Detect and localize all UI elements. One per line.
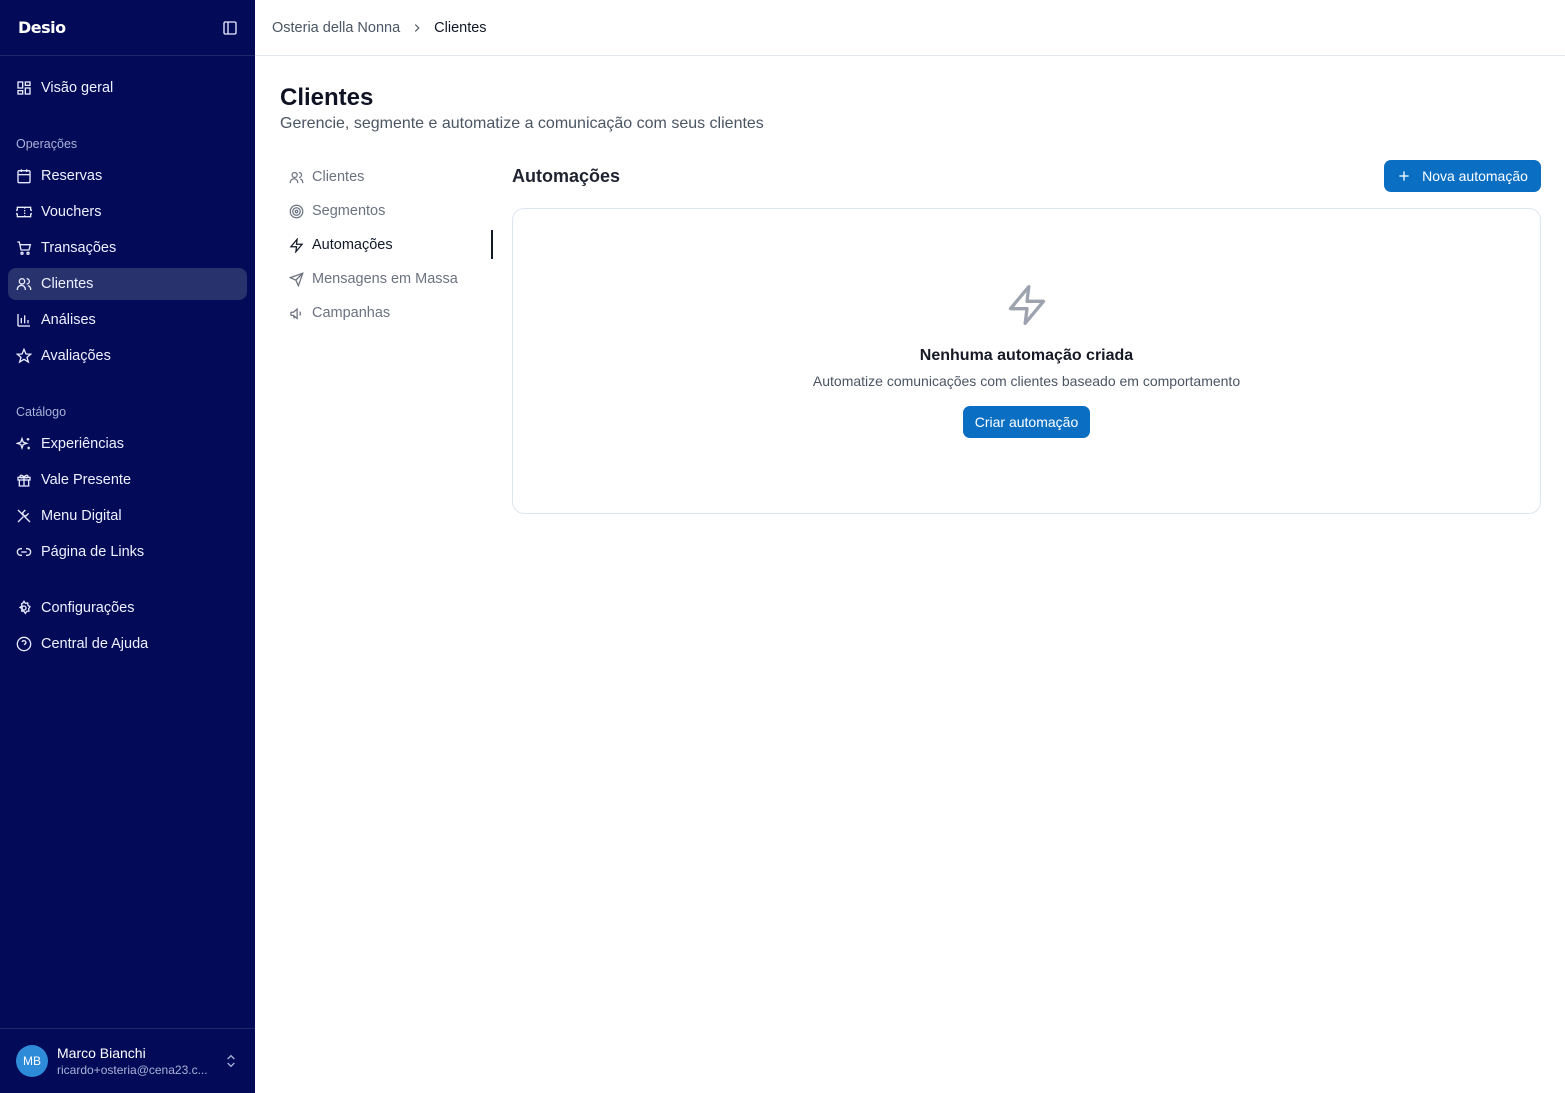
sidebar-item-label: Experiências bbox=[41, 436, 125, 452]
breadcrumb-current: Clientes bbox=[434, 19, 487, 36]
sidebar-item-central-de-ajuda[interactable]: Central de Ajuda bbox=[8, 628, 247, 660]
sidebar-item-visao-geral[interactable]: Visão geral bbox=[8, 72, 247, 104]
sidebar-item-label: Menu Digital bbox=[41, 508, 122, 524]
sidebar-section-operacoes: Operações bbox=[16, 137, 78, 151]
subnav-label: Mensagens em Massa bbox=[312, 271, 458, 287]
sidebar-item-label: Análises bbox=[41, 312, 96, 328]
new-automation-button[interactable]: Nova automação bbox=[1384, 160, 1541, 192]
subnav-segmentos[interactable]: Segmentos bbox=[280, 194, 493, 228]
sidebar-section-catalogo: Catálogo bbox=[16, 405, 67, 419]
brand-logo[interactable]: Desio bbox=[18, 18, 66, 37]
sidebar-item-label: Transações bbox=[41, 240, 117, 256]
sidebar-item-label: Vouchers bbox=[41, 204, 102, 220]
breadcrumb-parent[interactable]: Osteria della Nonna bbox=[272, 20, 400, 36]
subnav-clientes[interactable]: Clientes bbox=[280, 160, 493, 194]
sidebar-item-vale-presente[interactable]: Vale Presente bbox=[8, 464, 247, 496]
breadcrumb: Osteria della Nonna Clientes bbox=[255, 0, 1565, 56]
star-icon bbox=[16, 348, 32, 364]
new-automation-label: Nova automação bbox=[1422, 168, 1528, 184]
page-subtitle: Gerencie, segmente e automatize a comuni… bbox=[280, 115, 764, 132]
gift-icon bbox=[17, 474, 31, 487]
target-icon bbox=[289, 204, 304, 218]
sidebar-item-label: Visão geral bbox=[41, 80, 114, 96]
sidebar-item-label: Página de Links bbox=[41, 544, 145, 560]
sidebar-item-pagina-de-links[interactable]: Página de Links bbox=[8, 536, 247, 568]
user-email: ricardo+osteria@cena23.c... bbox=[57, 1062, 208, 1077]
dashboard-icon bbox=[17, 81, 31, 95]
empty-state-card: Nenhuma automação criada Automatize comu… bbox=[512, 208, 1541, 514]
subnav-campanhas[interactable]: Campanhas bbox=[280, 296, 493, 330]
avatar: MB bbox=[16, 1045, 48, 1077]
gear-icon bbox=[18, 600, 31, 615]
sidebar-toggle-icon[interactable] bbox=[219, 17, 241, 39]
sidebar: Desio Visão geral Operações Reservas Vou… bbox=[0, 0, 255, 1093]
user-info: Marco Bianchi ricardo+osteria@cena23.c..… bbox=[57, 1045, 214, 1078]
utensils-icon bbox=[17, 509, 31, 523]
clientes-subnav: Clientes Segmentos Automações Mensagens … bbox=[280, 160, 493, 330]
main-content: Osteria della Nonna Clientes Clientes Ge… bbox=[255, 0, 1565, 1093]
sidebar-item-label: Central de Ajuda bbox=[41, 636, 149, 652]
subnav-automacoes[interactable]: Automações bbox=[280, 228, 493, 262]
user-menu[interactable]: MB Marco Bianchi ricardo+osteria@cena23.… bbox=[0, 1028, 255, 1093]
sidebar-item-experiencias[interactable]: Experiências bbox=[8, 428, 247, 460]
sidebar-header: Desio bbox=[0, 0, 255, 56]
sidebar-nav: Visão geral Operações Reservas Vouchers … bbox=[0, 56, 255, 1028]
sidebar-item-label: Vale Presente bbox=[41, 472, 132, 488]
megaphone-icon bbox=[290, 307, 302, 320]
sidebar-item-clientes[interactable]: Clientes bbox=[8, 268, 247, 300]
sidebar-item-label: Avaliações bbox=[41, 348, 111, 364]
sidebar-item-label: Clientes bbox=[41, 276, 94, 292]
empty-state-description: Automatize comunicações com clientes bas… bbox=[812, 373, 1241, 389]
subnav-label: Segmentos bbox=[312, 203, 386, 219]
subnav-label: Automações bbox=[312, 237, 393, 253]
calendar-icon bbox=[17, 169, 31, 184]
plus-icon bbox=[1399, 171, 1409, 181]
user-name: Marco Bianchi bbox=[57, 1044, 146, 1061]
send-icon bbox=[289, 271, 304, 287]
sparkles-icon bbox=[16, 436, 30, 451]
sidebar-item-reservas[interactable]: Reservas bbox=[8, 160, 247, 192]
sidebar-item-label: Reservas bbox=[41, 168, 103, 184]
users-icon bbox=[289, 171, 304, 183]
sidebar-item-transacoes[interactable]: Transações bbox=[8, 232, 247, 264]
ticket-icon bbox=[16, 206, 32, 218]
subnav-label: Clientes bbox=[312, 169, 365, 185]
sidebar-item-analises[interactable]: Análises bbox=[8, 304, 247, 336]
zap-icon bbox=[1008, 285, 1045, 325]
zap-icon bbox=[289, 237, 304, 253]
page-title: Clientes bbox=[280, 84, 374, 111]
create-automation-button[interactable]: Criar automação bbox=[962, 406, 1091, 438]
help-circle-icon bbox=[16, 636, 32, 652]
subnav-label: Campanhas bbox=[312, 305, 391, 321]
empty-state-title: Nenhuma automação criada bbox=[919, 347, 1134, 364]
sidebar-item-vouchers[interactable]: Vouchers bbox=[8, 196, 247, 228]
chevrons-up-down-icon[interactable] bbox=[223, 1053, 239, 1069]
sidebar-item-avaliacoes[interactable]: Avaliações bbox=[8, 340, 247, 372]
users-icon bbox=[16, 278, 32, 290]
subnav-mensagens-em-massa[interactable]: Mensagens em Massa bbox=[280, 262, 493, 296]
sidebar-item-label: Configurações bbox=[41, 600, 135, 616]
section-title: Automações bbox=[512, 166, 621, 186]
sidebar-item-configuracoes[interactable]: Configurações bbox=[8, 592, 247, 624]
bar-chart-icon bbox=[17, 314, 30, 327]
link-icon bbox=[16, 548, 32, 556]
chevron-right-icon bbox=[415, 23, 420, 32]
cart-icon bbox=[17, 241, 32, 255]
sidebar-item-menu-digital[interactable]: Menu Digital bbox=[8, 500, 247, 532]
